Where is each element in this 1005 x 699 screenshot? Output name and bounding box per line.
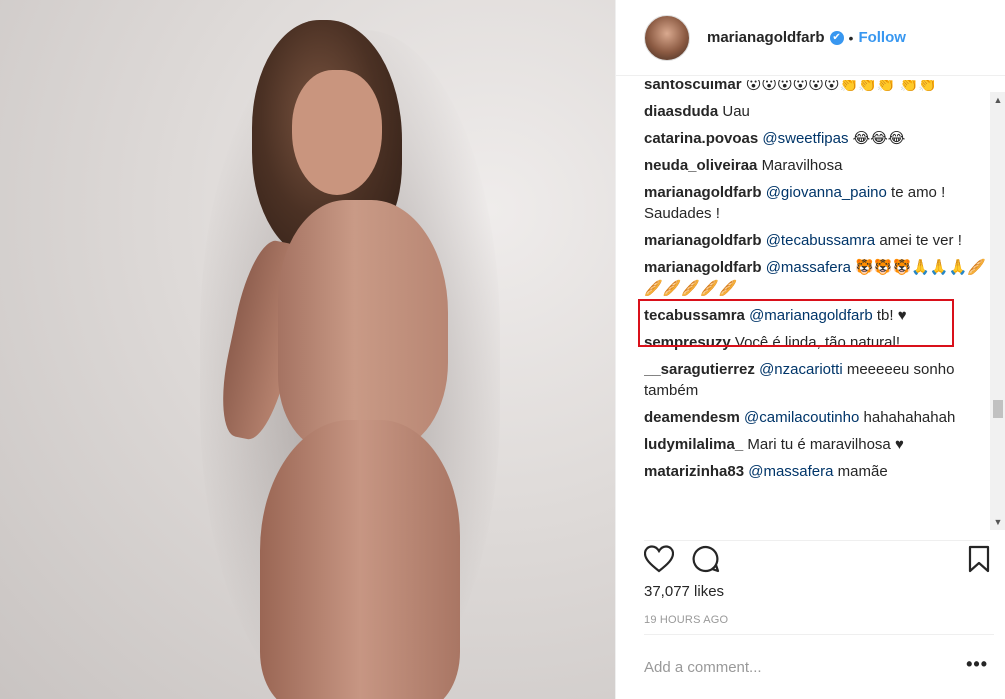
comment-text: Uau: [722, 103, 750, 120]
comment-username[interactable]: ludymilalima_: [644, 436, 743, 453]
verified-icon: ✔: [829, 30, 844, 45]
comment-row: ludymilalima_ Mari tu é maravilhosa ♥: [644, 434, 990, 455]
comment-row: marianagoldfarb @giovanna_paino te amo !…: [644, 182, 990, 224]
comment-row: matarizinha83 @massafera mamãe: [644, 461, 990, 482]
post-header: marianagoldfarb ✔ • Follow: [616, 0, 1005, 76]
comment-text: hahahahahah: [863, 409, 956, 426]
action-bar: [643, 540, 990, 578]
comment-text: Maravilhosa: [761, 157, 843, 174]
comment-row: catarina.povoas @sweetfipas 😂😂😂: [644, 128, 990, 149]
comment-text: Mari tu é maravilhosa ♥: [747, 436, 904, 453]
comment-username[interactable]: matarizinha83: [644, 463, 744, 480]
comment-mention[interactable]: @giovanna_paino: [766, 184, 887, 201]
comment-username[interactable]: marianagoldfarb: [644, 232, 762, 249]
comment-row: diaasduda Uau: [644, 101, 990, 122]
comment-text: 😮😮😮😮😮😮👏👏👏 👏👏: [745, 80, 938, 93]
comment-box: •••: [644, 634, 994, 699]
comment-text: 😂😂😂: [852, 130, 906, 147]
comment-mention[interactable]: @massafera: [766, 259, 851, 276]
highlight-box: [638, 299, 954, 347]
comment-row: marianagoldfarb @tecabussamra amei te ve…: [644, 230, 990, 251]
avatar[interactable]: [644, 14, 690, 61]
post-side-panel: marianagoldfarb ✔ • Follow santoscuimar …: [615, 0, 1005, 699]
comment-username[interactable]: santoscuimar: [644, 80, 742, 93]
header-separator: •: [848, 29, 854, 46]
comment-mention[interactable]: @camilacoutinho: [744, 409, 859, 426]
comment-mention[interactable]: @tecabussamra: [766, 232, 875, 249]
more-options-icon[interactable]: •••: [966, 655, 988, 673]
comment-username[interactable]: __saragutierrez: [644, 361, 755, 378]
scroll-thumb[interactable]: [993, 400, 1003, 418]
comment-username[interactable]: marianagoldfarb: [644, 259, 762, 276]
comment-icon[interactable]: [692, 545, 720, 578]
post-timestamp[interactable]: 19 HOURS AGO: [644, 614, 728, 626]
photo-hip: [260, 420, 460, 699]
bookmark-icon[interactable]: [968, 545, 990, 578]
follow-button[interactable]: Follow: [858, 29, 906, 46]
photo-torso: [278, 200, 448, 450]
comment-username[interactable]: diaasduda: [644, 103, 718, 120]
comment-input[interactable]: [644, 659, 944, 676]
heart-icon[interactable]: [643, 545, 675, 578]
comment-row: __saragutierrez @nzacariotti meeeeeu son…: [644, 359, 990, 401]
comment-mention[interactable]: @massafera: [748, 463, 833, 480]
scroll-down-icon[interactable]: ▼: [990, 514, 1005, 530]
comment-row: marianagoldfarb @massafera 🐯🐯🐯🙏🙏🙏🥖🥖🥖🥖🥖🥖: [644, 257, 990, 299]
comment-text: amei te ver !: [879, 232, 962, 249]
comment-text: mamãe: [837, 463, 888, 480]
comment-row: santoscuimar 😮😮😮😮😮😮👏👏👏 👏👏: [644, 80, 990, 95]
comment-row: neuda_oliveiraa Maravilhosa: [644, 155, 990, 176]
scroll-up-icon[interactable]: ▲: [990, 92, 1005, 108]
comment-username[interactable]: marianagoldfarb: [644, 184, 762, 201]
photo-face: [292, 70, 382, 195]
comment-mention[interactable]: @sweetfipas: [762, 130, 848, 147]
comments-scrollbar[interactable]: ▲ ▼: [990, 92, 1005, 530]
header-username[interactable]: marianagoldfarb: [707, 29, 825, 46]
likes-count[interactable]: 37,077 likes: [644, 583, 724, 600]
post-photo[interactable]: [0, 0, 615, 699]
comment-username[interactable]: neuda_oliveiraa: [644, 157, 757, 174]
comment-username[interactable]: deamendesm: [644, 409, 740, 426]
comment-mention[interactable]: @nzacariotti: [759, 361, 843, 378]
comment-row: deamendesm @camilacoutinho hahahahahah: [644, 407, 990, 428]
comment-username[interactable]: catarina.povoas: [644, 130, 758, 147]
